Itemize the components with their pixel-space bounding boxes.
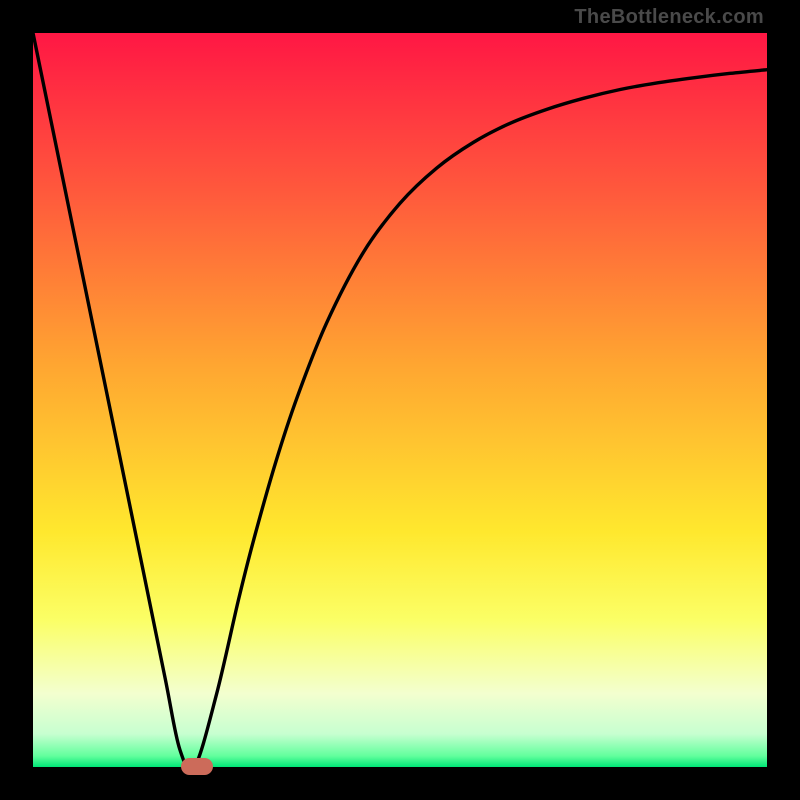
bottleneck-chart xyxy=(33,33,767,767)
attribution-text: TheBottleneck.com xyxy=(574,6,764,29)
optimal-range-marker xyxy=(181,758,213,775)
chart-background-gradient xyxy=(33,33,767,767)
